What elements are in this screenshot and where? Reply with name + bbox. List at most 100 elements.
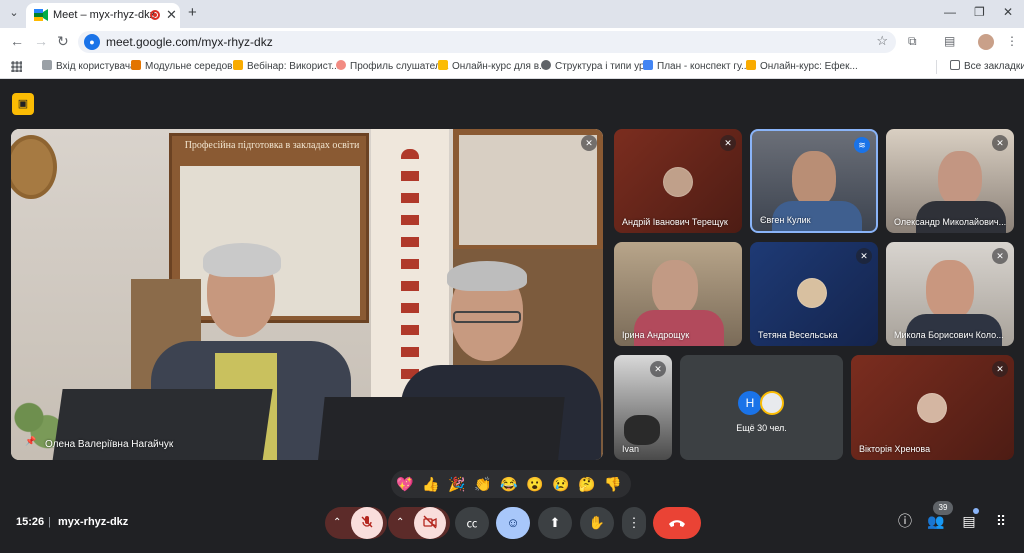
participant-name: Євген Кулик [760, 215, 811, 225]
participant-tile[interactable]: ✕ Микола Борисович Коло... [886, 242, 1014, 346]
minimize-icon[interactable]: — [944, 5, 956, 19]
new-tab-icon[interactable]: + [188, 4, 197, 21]
captions-button[interactable]: ㏄ [455, 507, 489, 539]
videocam-off-icon [423, 515, 437, 529]
tab-strip: ⌄ Meet – myx-rhyz-dkz ✕ + — ❐ ✕ [0, 0, 1024, 28]
participant-video [938, 151, 982, 207]
apps-icon[interactable] [11, 61, 22, 72]
globe-icon [541, 60, 551, 70]
participant-tile[interactable]: Ірина Андрощук [614, 242, 742, 346]
more-vert-icon: ⋮ [627, 515, 641, 530]
pin-icon[interactable]: 📌 [25, 436, 36, 447]
mic-off-icon: ✕ [720, 135, 736, 151]
url-text: meet.google.com/myx-rhyz-dkz [106, 35, 273, 49]
separator: | [48, 516, 51, 528]
close-tab-icon[interactable]: ✕ [166, 7, 177, 23]
browser-menu-icon[interactable]: ⋮ [1006, 34, 1018, 48]
participant-tile-speaking[interactable]: ≋ Євген Кулик [750, 129, 878, 233]
mic-in-use-icon[interactable]: ● [84, 34, 100, 50]
active-tab[interactable]: Meet – myx-rhyz-dkz ✕ [26, 3, 180, 28]
closed-captions-icon: ㏄ [466, 518, 478, 530]
mic-off-icon: ✕ [856, 248, 872, 264]
bookmark-item[interactable]: Модульне середов... [131, 60, 241, 72]
participant-tile[interactable]: ✕ Ivan [614, 355, 672, 460]
others-tile[interactable]: H Ещё 30 чел. [680, 355, 843, 460]
profile-avatar[interactable] [978, 34, 994, 50]
bookmark-star-icon[interactable]: ☆ [876, 33, 888, 49]
participant-name: Ivan [622, 444, 640, 454]
avatar [663, 167, 693, 197]
participant-tile[interactable]: ✕ Олександр Миколайович... [886, 129, 1014, 233]
participant-name: Олександр Миколайович... [894, 217, 1007, 227]
participant-video [926, 260, 974, 320]
mic-off-icon: ✕ [581, 135, 597, 151]
reaction-heart[interactable]: 💖 [395, 475, 415, 493]
meet-favicon-icon [34, 9, 48, 21]
cone-icon [233, 60, 243, 70]
snowflake-icon [643, 60, 653, 70]
avatar [760, 391, 784, 415]
raise-hand-button[interactable]: ✋ [580, 507, 614, 539]
speaking-indicator-icon: ≋ [854, 137, 870, 153]
mic-off-icon: ✕ [992, 135, 1008, 151]
hand-icon [438, 60, 448, 70]
bookmarks-separator [936, 60, 937, 74]
reactions-bar: 💖 👍 🎉 👏 😂 😮 😢 🤔 👎 [391, 470, 631, 498]
more-options-button[interactable]: ⋮ [622, 507, 646, 539]
bookmark-item[interactable]: Профиль слушател... [336, 60, 449, 72]
extensions-icon[interactable]: ⧉ [908, 34, 917, 49]
call-end-icon [669, 520, 685, 527]
reading-list-icon[interactable]: ▤ [944, 34, 955, 48]
reaction-thinking[interactable]: 🤔 [577, 475, 597, 493]
profile-site-icon [336, 60, 346, 70]
folder-icon [950, 60, 960, 70]
chevron-up-icon: ⌃ [333, 517, 342, 528]
tab-search-icon[interactable]: ⌄ [6, 5, 22, 21]
apps-grid-icon[interactable]: ⠿ [990, 510, 1012, 532]
bookmark-item[interactable]: Онлайн-курс для в... [438, 60, 547, 72]
bookmark-item[interactable]: Структура і типи ур... [541, 60, 653, 72]
bookmarks-bar: Вхід користувача Модульне середов... Веб… [0, 56, 1024, 79]
avatar [797, 278, 827, 308]
participant-count-badge: 39 [933, 501, 953, 515]
poster-frame [453, 129, 603, 254]
pinned-video-tile[interactable]: Професійна підготовка в закладах освіти … [11, 129, 603, 460]
emoji-icon: ☺ [506, 515, 520, 530]
forward-icon[interactable]: → [34, 33, 48, 49]
avatar [917, 393, 947, 423]
reaction-clap[interactable]: 👏 [473, 475, 493, 493]
close-window-icon[interactable]: ✕ [1003, 5, 1013, 19]
participant-tile[interactable]: ✕ Тетяна Весельська [750, 242, 878, 346]
present-button[interactable]: ⬆ [538, 507, 572, 539]
mic-off-button[interactable] [351, 507, 383, 539]
reaction-laugh[interactable]: 😂 [499, 475, 519, 493]
participant-tile[interactable]: ✕ Андрій Іванович Терещук [614, 129, 742, 233]
mic-off-icon: ✕ [992, 248, 1008, 264]
leave-call-button[interactable] [653, 507, 701, 539]
reaction-sad[interactable]: 😢 [551, 475, 571, 493]
camera-off-button[interactable] [414, 507, 446, 539]
bookmark-item[interactable]: Онлайн-курс: Ефек... [746, 60, 858, 72]
bookmark-item[interactable]: Вхід користувача [42, 60, 136, 72]
reaction-surprised[interactable]: 😮 [525, 475, 545, 493]
bookmark-item[interactable]: Вебінар: Використ... [233, 60, 340, 72]
no-camera-info-icon[interactable]: ▣ [12, 93, 34, 115]
address-bar[interactable]: ● meet.google.com/myx-rhyz-dkz ☆ [78, 31, 896, 53]
notice-board-title: Професійна підготовка в закладах освіти [184, 140, 360, 151]
bookmark-item[interactable]: План - конспект гу... [643, 60, 749, 72]
restore-icon[interactable]: ❐ [974, 5, 985, 19]
reaction-party[interactable]: 🎉 [447, 475, 467, 493]
info-icon[interactable]: ⓘ [894, 510, 916, 532]
participant-name: Микола Борисович Коло... [894, 330, 1004, 340]
all-bookmarks-folder[interactable]: Все закладки [950, 60, 1024, 72]
emoji-button[interactable]: ☺ [496, 507, 530, 539]
participant-tile[interactable]: ✕ Вікторія Хренова [851, 355, 1014, 460]
reload-icon[interactable]: ↻ [57, 33, 69, 50]
reaction-thumbs-down[interactable]: 👎 [603, 475, 623, 493]
reaction-thumbs-up[interactable]: 👍 [421, 475, 441, 493]
page-icon [42, 60, 52, 70]
participant-name: Тетяна Весельська [758, 330, 838, 340]
back-icon[interactable]: ← [10, 33, 24, 49]
mic-off-icon [361, 516, 373, 528]
browser-toolbar: ← → ↻ ● meet.google.com/myx-rhyz-dkz ☆ ⧉… [0, 28, 1024, 56]
